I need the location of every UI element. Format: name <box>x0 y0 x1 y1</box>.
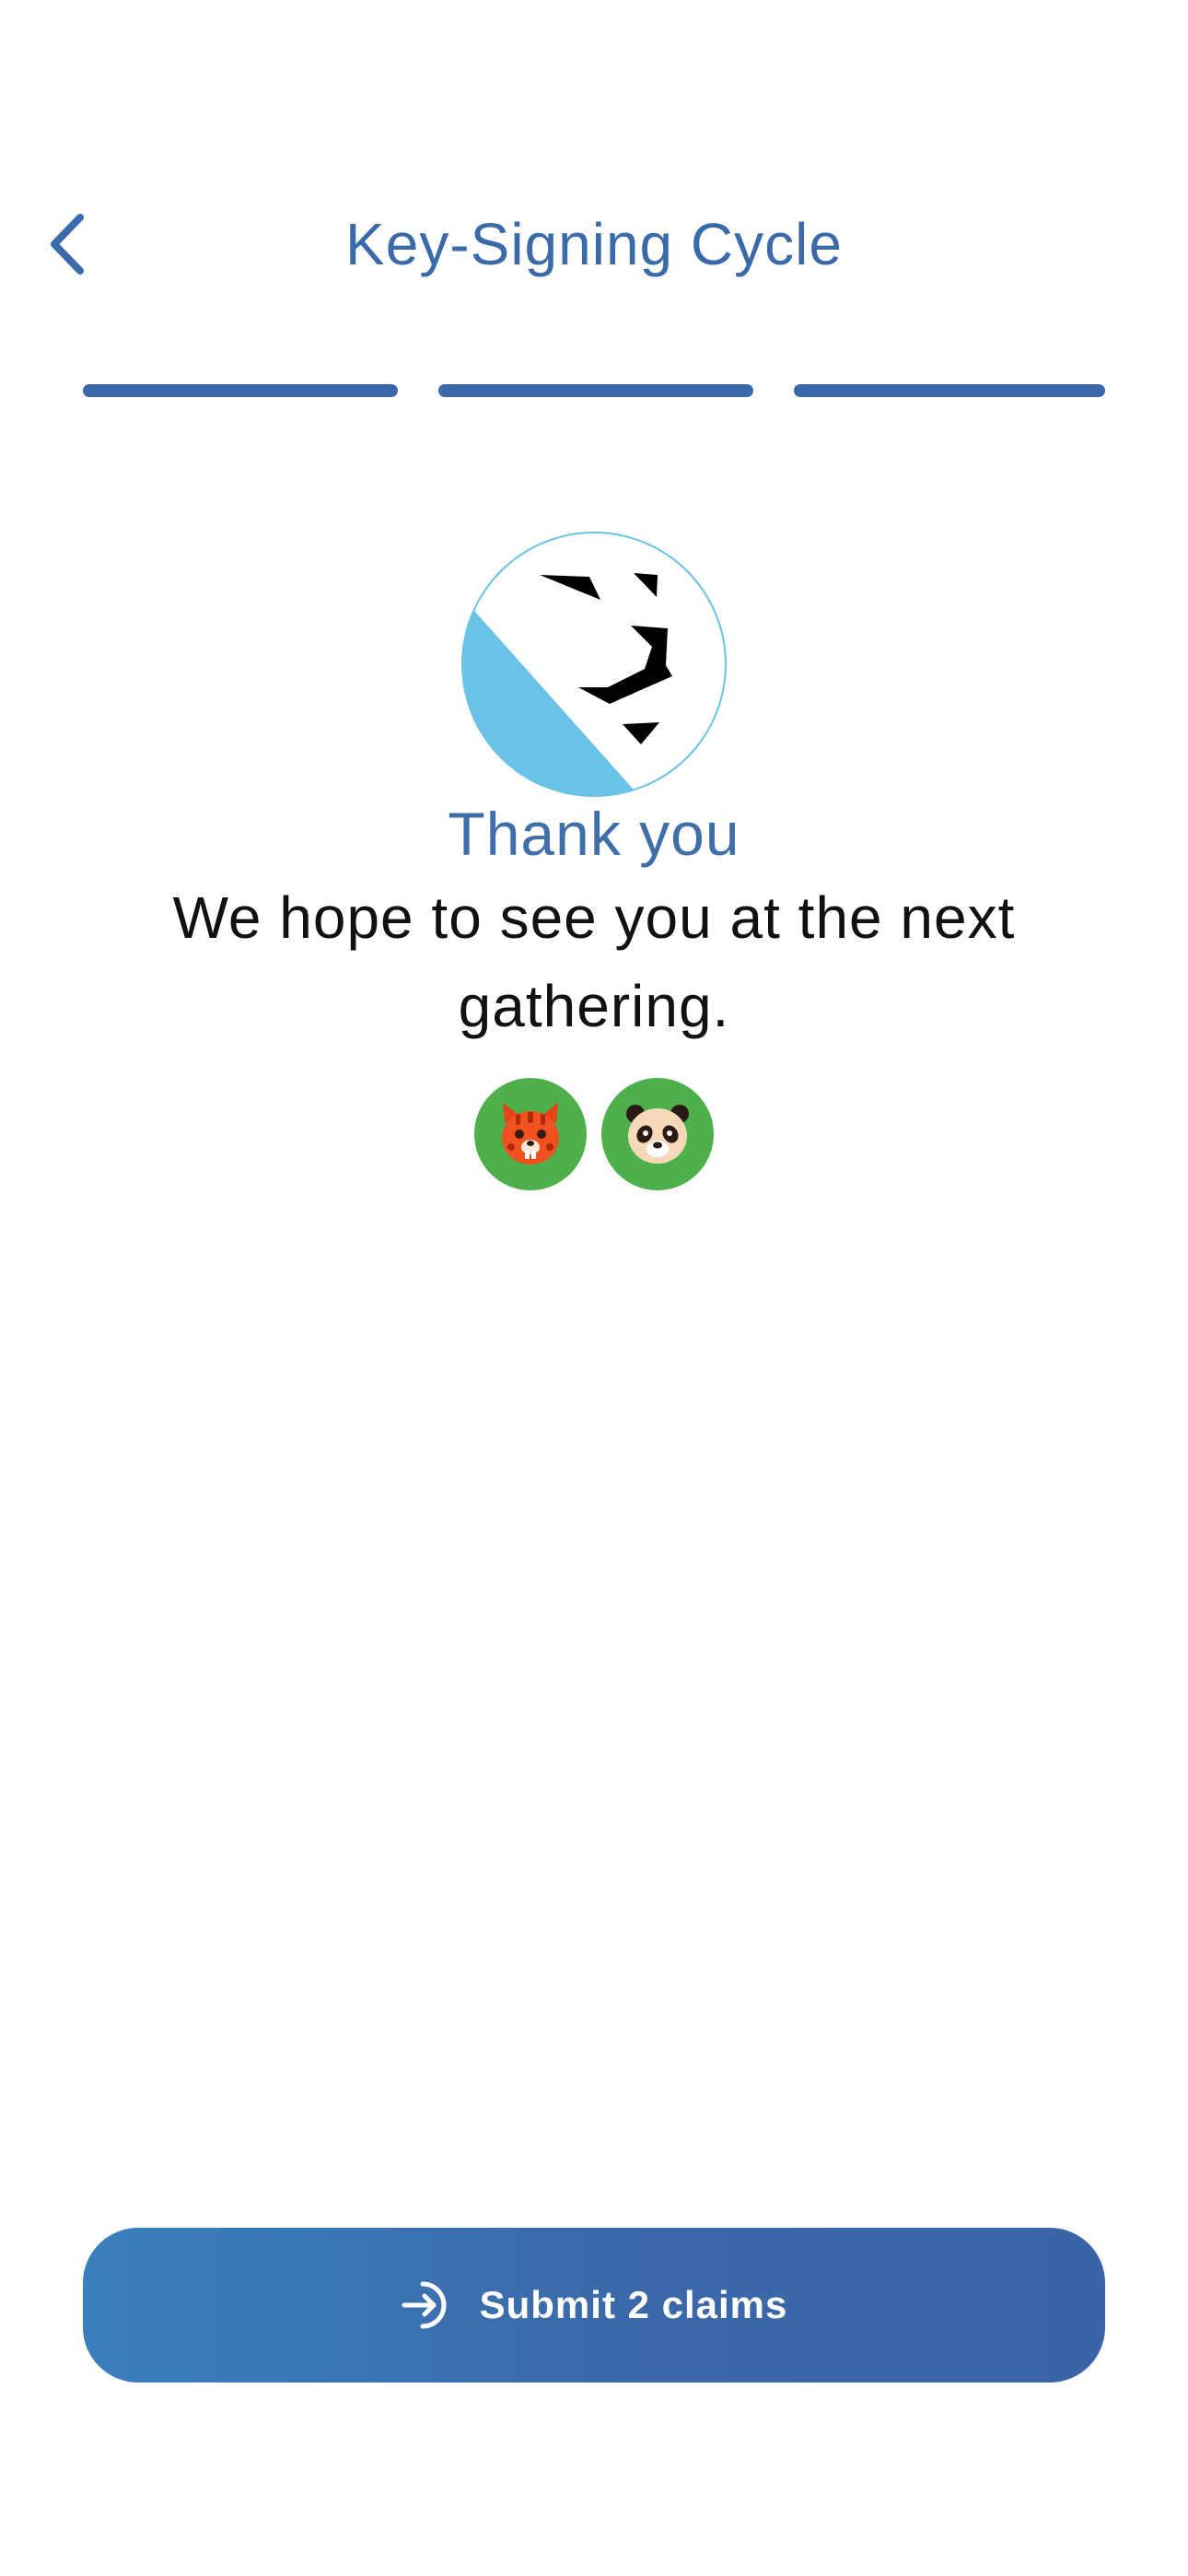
participant-avatar <box>474 1078 587 1190</box>
submit-claims-button[interactable]: Submit 2 claims <box>83 2228 1105 2383</box>
lion-icon <box>461 532 727 797</box>
user-avatar <box>460 531 728 798</box>
thank-you-title: Thank you <box>448 800 740 868</box>
header: Key-Signing Cycle <box>0 184 1188 304</box>
tiger-icon <box>502 1103 559 1165</box>
participants-list <box>0 1078 1188 1190</box>
thank-you-message: We hope to see you at the next gathering… <box>172 884 1016 1039</box>
participant-avatar <box>601 1078 714 1190</box>
page-title: Key-Signing Cycle <box>345 211 843 277</box>
progress-step-2 <box>438 384 753 397</box>
step-progress <box>83 384 1105 399</box>
progress-step-1 <box>83 384 398 397</box>
progress-step-3 <box>794 384 1105 397</box>
panda-icon <box>626 1105 689 1164</box>
submit-button-label: Submit 2 claims <box>479 2283 788 2326</box>
arrow-right-circle-icon <box>402 2281 447 2329</box>
